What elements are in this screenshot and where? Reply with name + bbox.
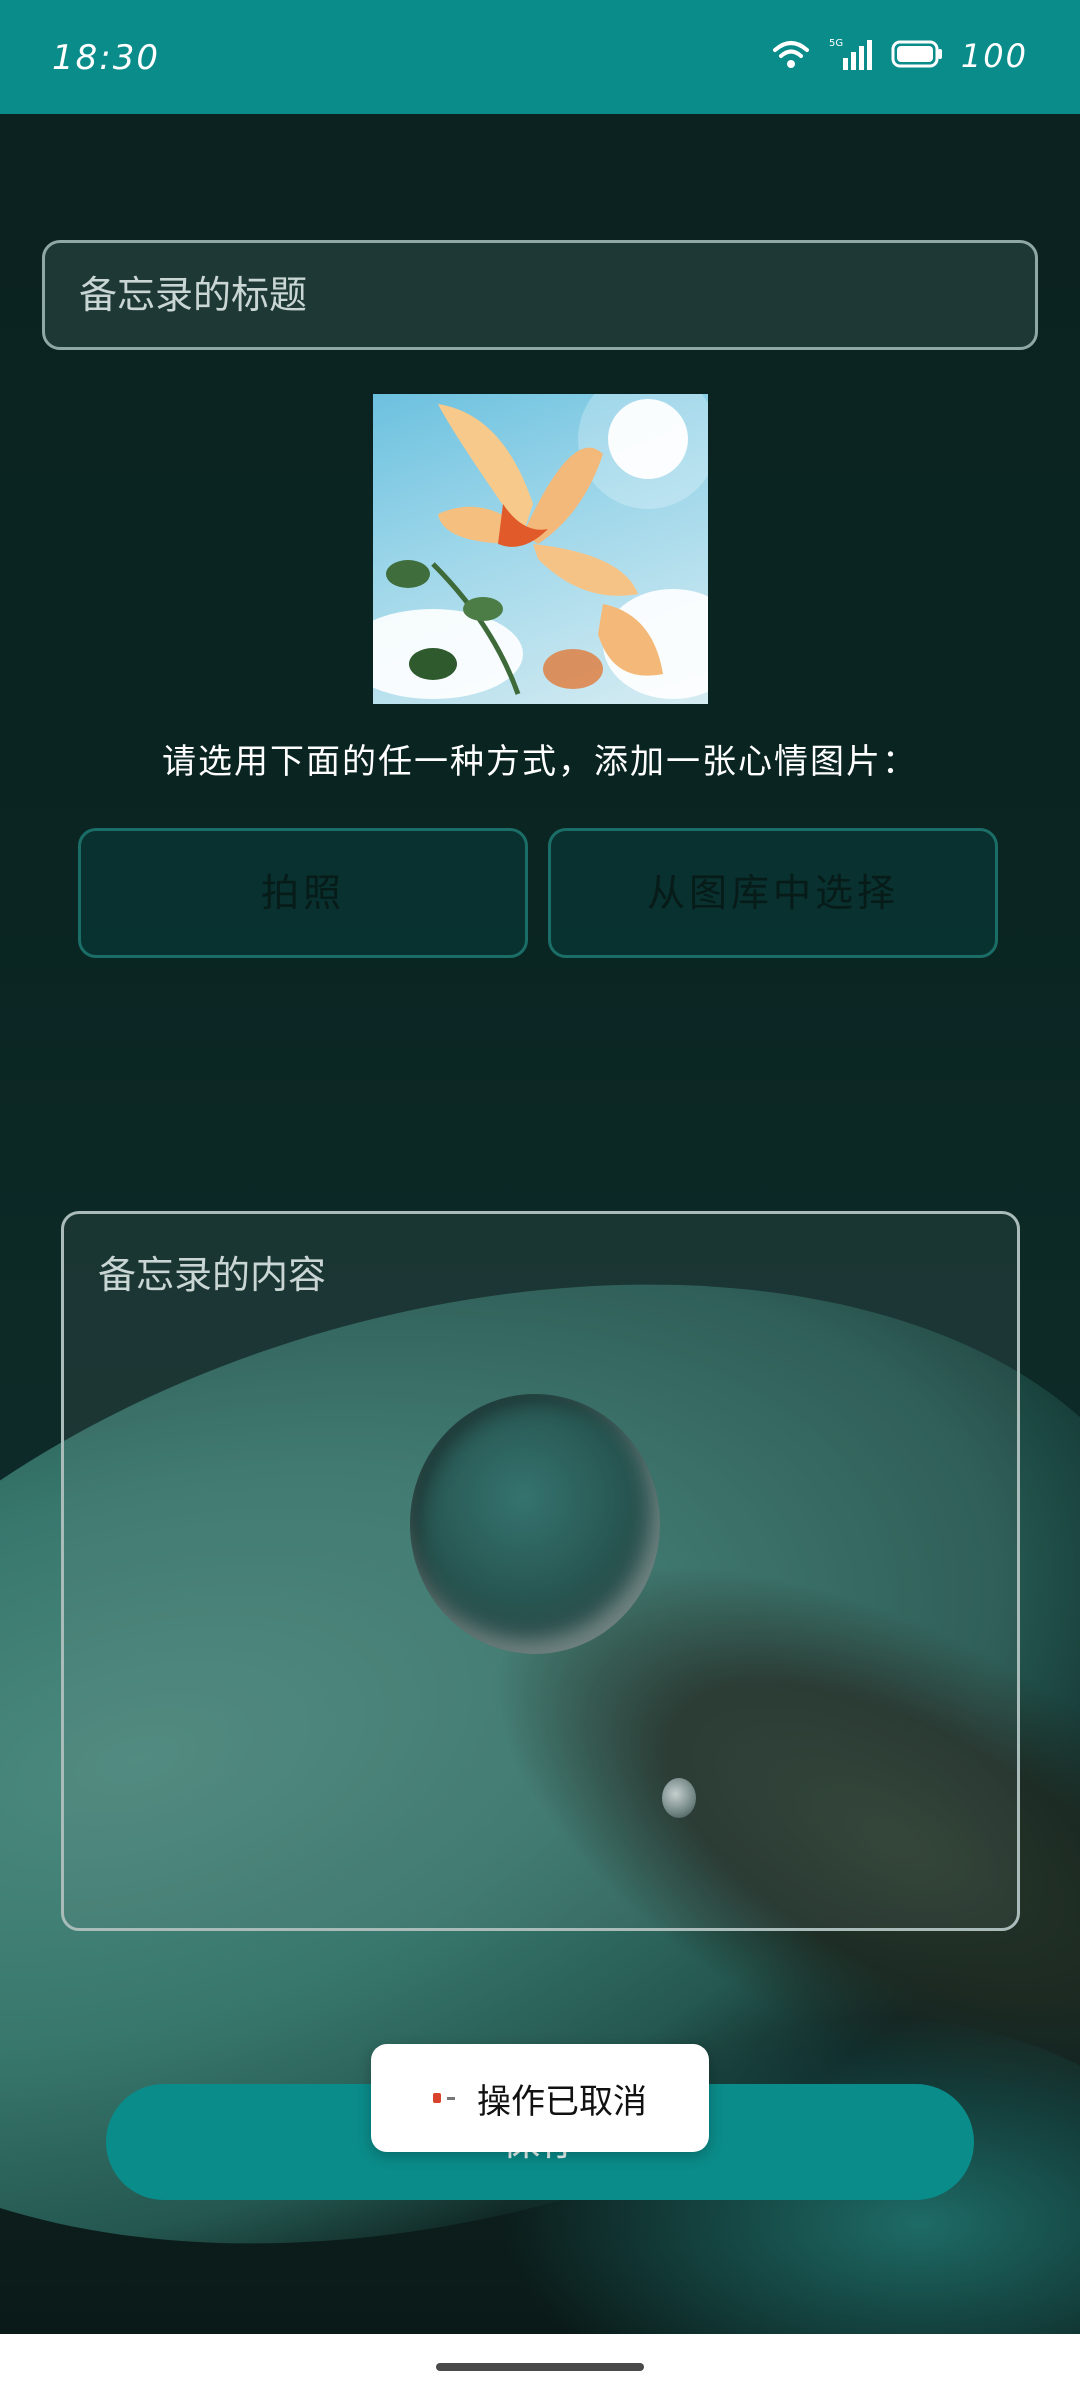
toast: 操作已取消 [371,2044,709,2152]
battery-icon [891,39,943,73]
image-hint-text: 请选用下面的任一种方式，添加一张心情图片： [162,742,918,782]
wifi-icon [771,38,811,74]
status-bar: 18:30 5G 100 [0,0,1080,114]
network-label: 5G [829,38,843,49]
mood-image[interactable] [373,394,708,704]
toast-app-icon [433,2093,457,2103]
take-photo-button[interactable]: 拍照 [78,828,528,958]
home-indicator[interactable] [436,2363,644,2371]
battery-percent: 100 [960,37,1028,75]
status-icons: 5G 100 [771,36,1028,76]
toast-message: 操作已取消 [477,2081,647,2122]
memo-title-input[interactable]: 备忘录的标题 [42,240,1038,350]
choose-from-gallery-button[interactable]: 从图库中选择 [548,828,998,958]
status-time: 18:30 [52,38,160,78]
memo-content-input[interactable]: 备忘录的内容 [61,1211,1020,1931]
cellular-signal-icon: 5G [829,36,873,76]
